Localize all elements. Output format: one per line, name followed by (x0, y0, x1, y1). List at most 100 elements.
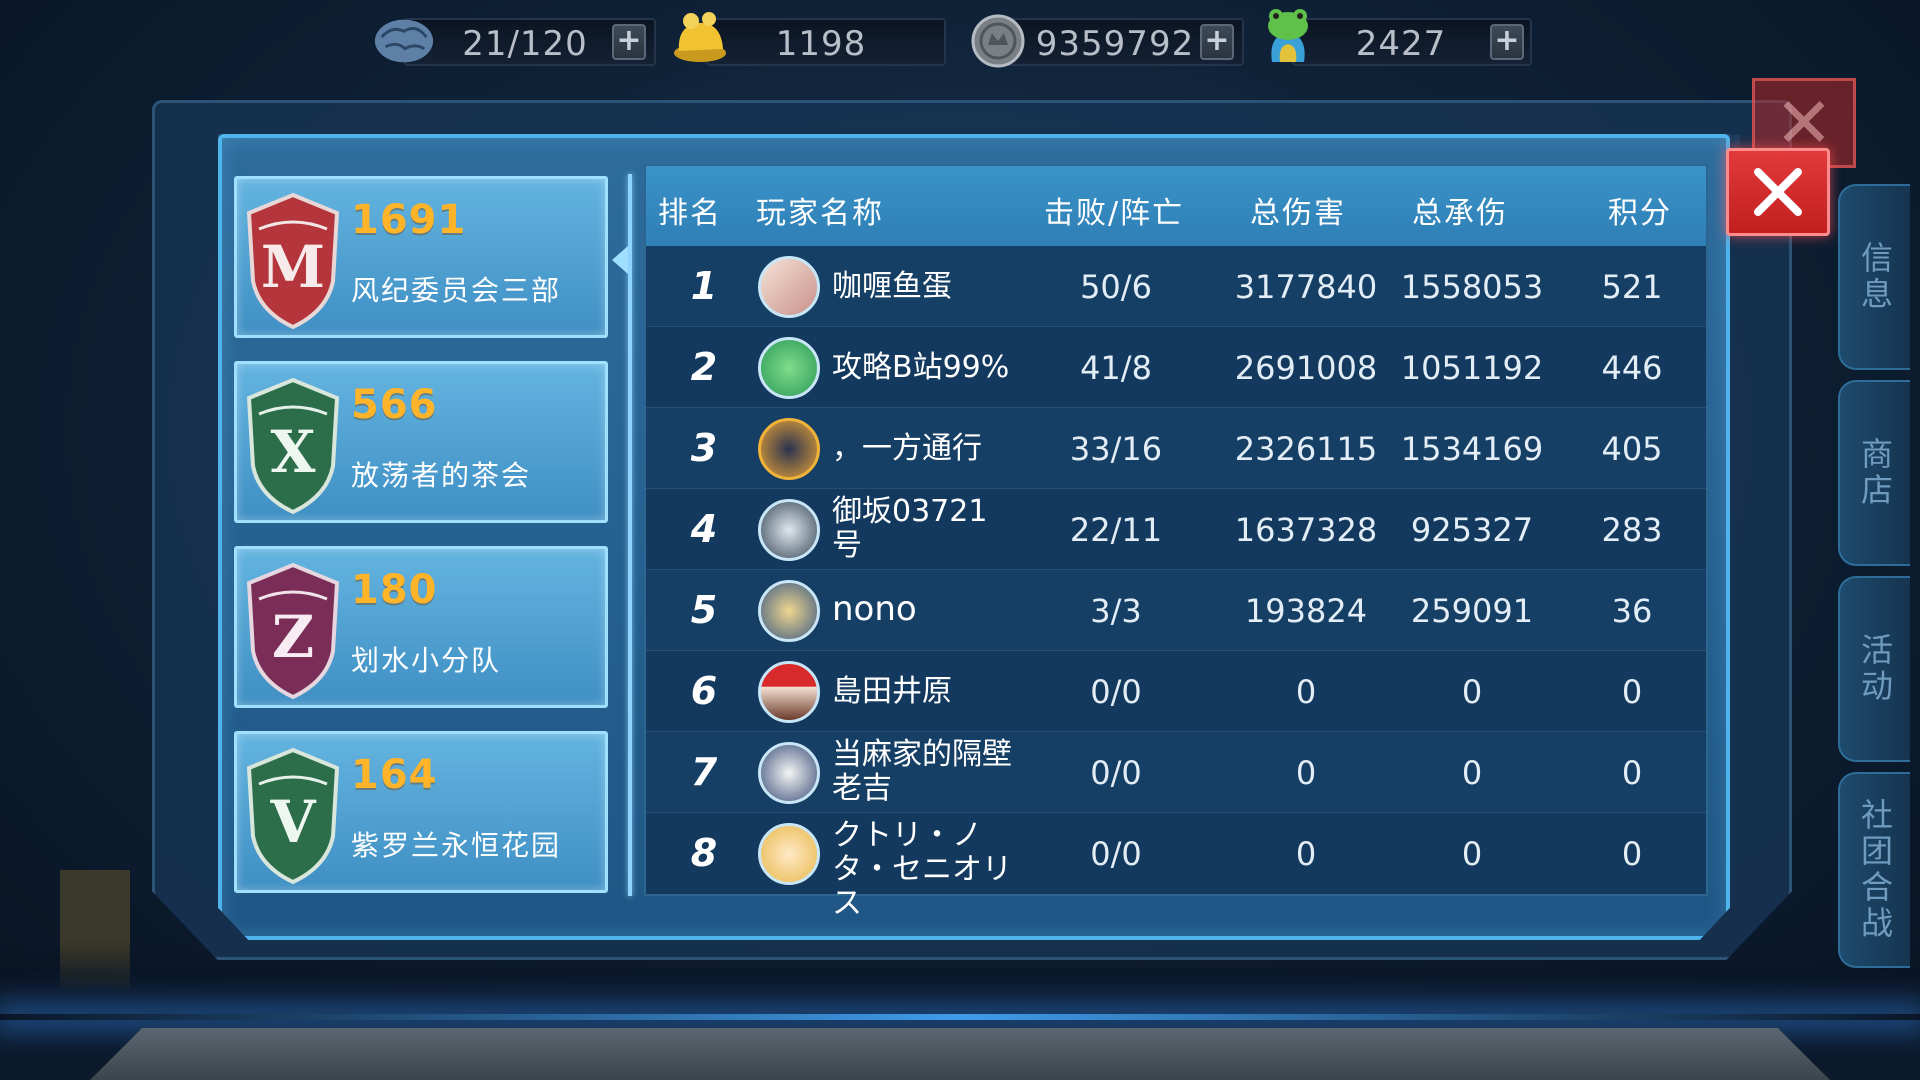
player-name: 当麻家的隔壁老吉 (832, 737, 1012, 806)
resource-brain-value: 21/120 (462, 24, 588, 64)
guild-emblem-icon: V (246, 747, 340, 885)
svg-text:V: V (269, 788, 316, 856)
row-taken: 0 (1461, 754, 1483, 792)
row-taken: 1534169 (1400, 430, 1544, 468)
brain-icon (372, 12, 436, 70)
row-rank: 2 (690, 345, 718, 389)
header-taken: 总承伤 (1412, 196, 1508, 231)
row-points: 521 (1601, 268, 1663, 306)
row-points: 36 (1611, 592, 1653, 630)
row-kd: 0/0 (1090, 835, 1142, 873)
side-menu-events[interactable]: 活动 (1838, 576, 1910, 762)
player-avatar-icon (758, 256, 820, 318)
player-name: 咖喱鱼蛋 (832, 269, 952, 304)
row-rank: 7 (690, 750, 718, 794)
player-avatar-icon (758, 337, 820, 399)
header-player: 玩家名称 (756, 196, 884, 231)
player-name: ，一方通行 (832, 431, 982, 466)
row-taken: 1558053 (1400, 268, 1544, 306)
table-row[interactable]: 7 当麻家的隔壁老吉 0/0 0 0 0 (646, 732, 1706, 813)
table-row[interactable]: 3 ，一方通行 33/16 2326115 1534169 405 (646, 408, 1706, 489)
player-ranking-table: 排名 玩家名称 击败/阵亡 总伤害 总承伤 积分 1 咖喱鱼蛋 50/6 317… (644, 164, 1708, 921)
svg-text:M: M (261, 233, 325, 301)
table-row[interactable]: 4 御坂03721号 22/11 1637328 925327 283 (646, 489, 1706, 570)
guild-score: 1691 (351, 197, 467, 243)
table-row[interactable]: 1 咖喱鱼蛋 50/6 3177840 1558053 521 (646, 246, 1706, 327)
header-kd: 击败/阵亡 (1044, 196, 1185, 231)
player-name: 御坂03721号 (832, 494, 988, 563)
side-menu-shop[interactable]: 商店 (1838, 380, 1910, 566)
row-damage: 0 (1295, 673, 1317, 711)
side-menu-label: 活动 (1856, 633, 1894, 705)
row-points: 0 (1621, 754, 1643, 792)
row-rank: 5 (690, 588, 718, 632)
coin-icon (966, 12, 1030, 70)
row-rank: 1 (690, 264, 718, 308)
row-points: 283 (1601, 511, 1663, 549)
guild-emblem-icon: X (246, 377, 340, 515)
side-menu-info[interactable]: 信息 (1838, 184, 1910, 370)
svg-text:X: X (270, 418, 315, 486)
table-header: 排名 玩家名称 击败/阵亡 总伤害 总承伤 积分 (646, 166, 1706, 246)
row-damage: 2326115 (1234, 430, 1378, 468)
player-avatar-icon (758, 823, 820, 885)
player-avatar-icon (758, 661, 820, 723)
player-avatar-icon (758, 499, 820, 561)
player-avatar-icon (758, 742, 820, 804)
close-button[interactable] (1726, 148, 1830, 236)
side-menu-guild-battle[interactable]: 社团合战 (1838, 772, 1910, 968)
player-avatar-icon (758, 418, 820, 480)
table-row[interactable]: 5 nono 3/3 193824 259091 36 (646, 570, 1706, 651)
row-taken: 0 (1461, 673, 1483, 711)
row-damage: 0 (1295, 754, 1317, 792)
row-points: 446 (1601, 349, 1663, 387)
row-damage: 0 (1295, 835, 1317, 873)
resource-brain-add-button[interactable]: + (612, 24, 646, 60)
background-floor-glow (0, 1014, 1920, 1020)
row-damage: 2691008 (1234, 349, 1378, 387)
selected-guild-arrow-icon (612, 246, 628, 274)
player-name: 攻略B站99% (832, 350, 1010, 385)
table-row[interactable]: 2 攻略B站99% 41/8 2691008 1051192 446 (646, 327, 1706, 408)
guild-emblem-icon: M (246, 192, 340, 330)
guild-emblem-icon: Z (246, 562, 340, 700)
svg-text:Z: Z (272, 603, 314, 671)
row-kd: 0/0 (1090, 754, 1142, 792)
resource-frog-add-button[interactable]: + (1490, 24, 1524, 60)
row-kd: 0/0 (1090, 673, 1142, 711)
row-points: 405 (1601, 430, 1663, 468)
header-damage: 总伤害 (1250, 196, 1346, 231)
player-name: 島田井原 (832, 674, 952, 709)
guild-score: 164 (351, 752, 438, 798)
row-damage: 193824 (1244, 592, 1368, 630)
row-rank: 8 (690, 831, 718, 875)
table-row[interactable]: 6 島田井原 0/0 0 0 0 (646, 651, 1706, 732)
table-row[interactable]: 8 クトリ・ノタ・セニオリス 0/0 0 0 0 (646, 813, 1706, 921)
guild-card-2[interactable]: X 566 放荡者的茶会 (234, 361, 608, 523)
pudding-icon (668, 8, 732, 66)
side-menu-label: 社团合战 (1856, 798, 1894, 942)
guild-name: 风纪委员会三部 (351, 274, 562, 307)
close-icon (1754, 168, 1802, 216)
selector-divider (628, 174, 632, 896)
row-points: 0 (1621, 673, 1643, 711)
guild-name: 划水小分队 (351, 644, 502, 677)
player-avatar-icon (758, 580, 820, 642)
side-menu-label: 商店 (1856, 437, 1894, 509)
guild-name: 紫罗兰永恒花园 (351, 829, 562, 862)
resource-coin-add-button[interactable]: + (1200, 24, 1234, 60)
guild-card-3[interactable]: Z 180 划水小分队 (234, 546, 608, 708)
background-floor-bar (90, 1028, 1830, 1080)
header-points: 积分 (1608, 196, 1672, 231)
row-kd: 22/11 (1069, 511, 1163, 549)
row-damage: 1637328 (1234, 511, 1378, 549)
player-name: nono (832, 589, 917, 629)
guild-card-1[interactable]: M 1691 风纪委员会三部 (234, 176, 608, 338)
frog-icon (1256, 8, 1320, 66)
guild-score: 180 (351, 567, 438, 613)
row-taken: 0 (1461, 835, 1483, 873)
row-kd: 41/8 (1080, 349, 1152, 387)
row-rank: 3 (690, 426, 718, 470)
guild-card-4[interactable]: V 164 紫罗兰永恒花园 (234, 731, 608, 893)
row-points: 0 (1621, 835, 1643, 873)
